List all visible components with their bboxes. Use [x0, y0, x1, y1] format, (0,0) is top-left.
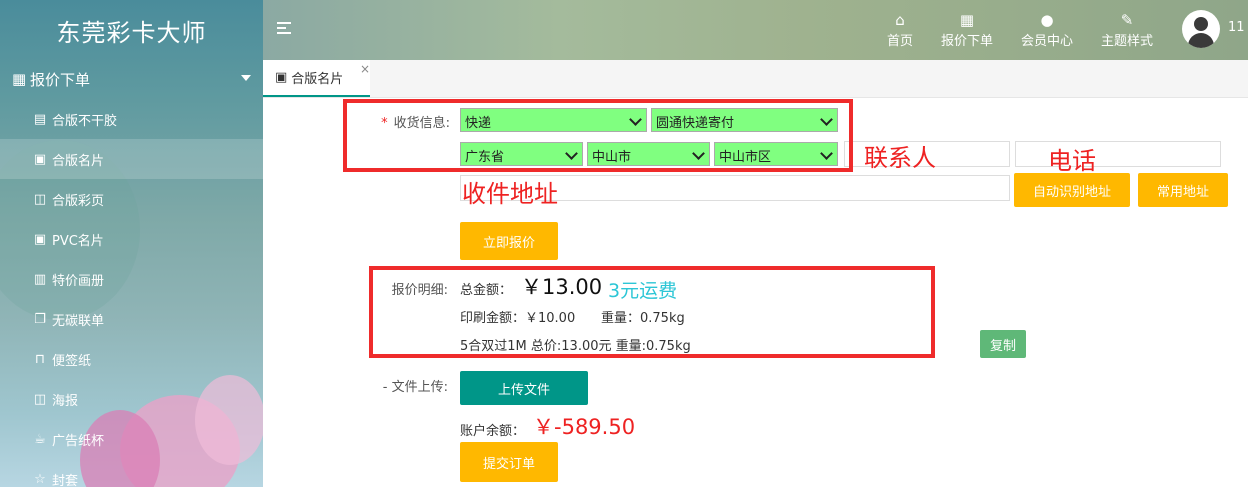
- top-bar: ⌂ 首页 ▦ 报价下单 ● 会员中心 ✎ 主题样式 11: [263, 0, 1248, 60]
- tab-bar: ▣ 合版名片 ×: [263, 60, 1248, 98]
- tab-label: 合版名片: [291, 72, 344, 87]
- sidebar-item-envelope[interactable]: ☆ 封套: [0, 459, 263, 487]
- address-annotation: 收件地址: [462, 180, 558, 208]
- nav-theme[interactable]: ✎ 主题样式: [1101, 10, 1153, 49]
- sidebar-item-label: 合版彩页: [52, 193, 105, 209]
- copy-button[interactable]: 复制: [980, 330, 1026, 358]
- sidebar-item-label: 海报: [52, 393, 79, 409]
- sidebar-item-label: 无碳联单: [52, 313, 105, 329]
- sidebar-item-pvc-card[interactable]: ▣ PVC名片: [0, 219, 263, 259]
- nav-member[interactable]: ● 会员中心: [1021, 10, 1073, 49]
- sidebar-item-label: 合版名片: [52, 153, 105, 169]
- sidebar-item-label: 封套: [52, 473, 79, 487]
- upload-label: - 文件上传:: [382, 380, 448, 395]
- annotation-box-shipping: [343, 99, 853, 172]
- sidebar-item-label: 合版不干胶: [52, 113, 118, 129]
- close-icon[interactable]: ×: [360, 62, 370, 76]
- calendar-icon: ▦: [12, 70, 27, 88]
- contact-annotation: 联系人: [864, 144, 936, 172]
- sidebar-item-sticker[interactable]: ▤ 合版不干胶: [0, 99, 263, 139]
- sidebar-item-label: 特价画册: [52, 273, 105, 289]
- book-icon: ▥: [33, 271, 47, 287]
- nav-quote[interactable]: ▦ 报价下单: [941, 10, 993, 49]
- bookmark-icon: ⊓: [34, 351, 46, 367]
- auto-detect-address-button[interactable]: 自动识别地址: [1014, 173, 1130, 207]
- order-summary: 5合双过1M 总价:13.00元 重量:0.75kg: [460, 339, 691, 354]
- app-brand: 东莞彩卡大师: [56, 18, 207, 47]
- shipping-fee-annotation: 3元运费: [608, 280, 678, 302]
- phone-input[interactable]: [1015, 141, 1221, 167]
- sidebar: 东莞彩卡大师 ▦ 报价下单 ▤ 合版不干胶 ▣ 合版名片 ◫ 合版彩页 ▣ PV…: [0, 0, 263, 487]
- document-icon: ▤: [33, 111, 47, 127]
- phone-annotation: 电话: [1048, 147, 1096, 175]
- home-icon: ⌂: [895, 11, 905, 29]
- weight: 重量：0.75kg: [601, 311, 685, 326]
- quote-detail-label: 报价明细:: [391, 283, 448, 298]
- sidebar-item-carbonless[interactable]: ❐ 无碳联单: [0, 299, 263, 339]
- tab-business-card[interactable]: ▣ 合版名片: [263, 60, 370, 97]
- quote-now-button[interactable]: 立即报价: [460, 222, 558, 260]
- nav-home[interactable]: ⌂ 首页: [887, 10, 913, 49]
- id-card-icon: ▣: [33, 151, 47, 167]
- balance-value: ￥-589.50: [533, 415, 636, 439]
- sidebar-section-quote[interactable]: ▦ 报价下单: [0, 62, 263, 96]
- balance-label: 账户余额：: [460, 424, 526, 439]
- nav-theme-label: 主题样式: [1101, 34, 1154, 49]
- nav-quote-label: 报价下单: [941, 34, 994, 49]
- print-amount: 印刷金额：￥10.00: [460, 311, 576, 326]
- sidebar-item-notepad[interactable]: ⊓ 便签纸: [0, 339, 263, 379]
- sidebar-item-label: 便签纸: [52, 353, 92, 369]
- sidebar-item-brochure[interactable]: ▥ 特价画册: [0, 259, 263, 299]
- avatar[interactable]: [1182, 10, 1220, 48]
- theme-brush-icon: ✎: [1120, 11, 1134, 29]
- map-icon: ◫: [33, 391, 47, 407]
- sidebar-item-paper-cup[interactable]: ☕ 广告纸杯: [0, 419, 263, 459]
- caret-down-icon: [241, 75, 251, 81]
- upload-file-button[interactable]: 上传文件: [460, 371, 588, 405]
- id-card-icon: ▣: [275, 70, 288, 85]
- calendar-icon: ▦: [959, 11, 975, 29]
- user-icon: ●: [1040, 11, 1054, 29]
- sidebar-item-poster[interactable]: ◫ 海报: [0, 379, 263, 419]
- user-id[interactable]: 11: [1228, 20, 1245, 35]
- sidebar-item-business-card[interactable]: ▣ 合版名片: [0, 139, 263, 179]
- cup-icon: ☕: [34, 431, 46, 447]
- total-value: ￥13.00: [521, 275, 603, 299]
- common-address-button[interactable]: 常用地址: [1138, 173, 1228, 207]
- total-label: 总金额：: [460, 283, 513, 298]
- sidebar-section-label: 报价下单: [30, 70, 91, 89]
- menu-toggle-icon[interactable]: [277, 22, 291, 37]
- sidebar-item-label: PVC名片: [52, 233, 104, 249]
- nav-member-label: 会员中心: [1021, 34, 1074, 49]
- sidebar-item-color-page[interactable]: ◫ 合版彩页: [0, 179, 263, 219]
- id-card-icon: ▣: [33, 231, 47, 247]
- star-icon: ☆: [34, 471, 46, 487]
- map-icon: ◫: [33, 191, 47, 207]
- nav-home-label: 首页: [887, 34, 914, 49]
- copy-icon: ❐: [34, 311, 46, 327]
- sidebar-item-label: 广告纸杯: [52, 433, 105, 449]
- submit-order-button[interactable]: 提交订单: [460, 442, 558, 482]
